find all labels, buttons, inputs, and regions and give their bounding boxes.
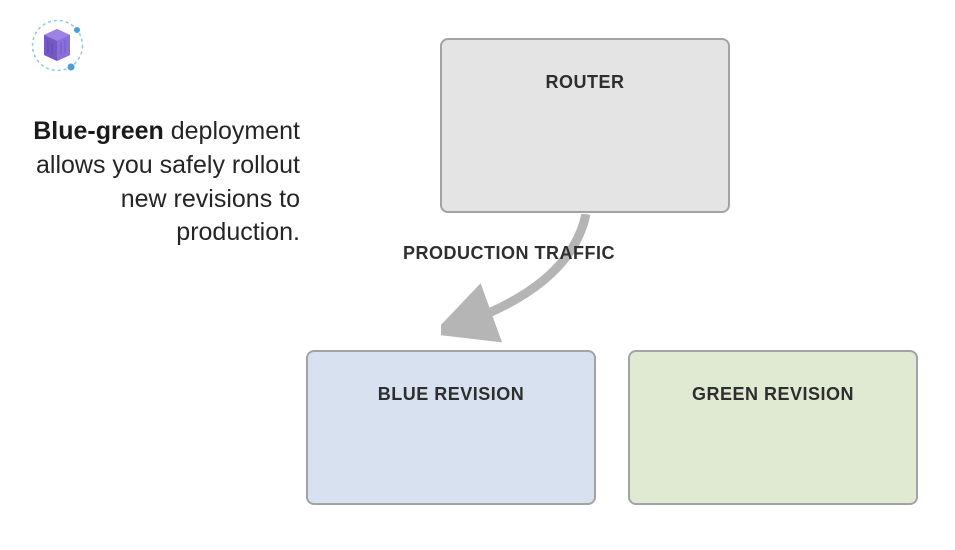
traffic-arrow [441,214,611,344]
green-revision-label: GREEN REVISION [692,384,854,405]
bold-term: Blue-green [33,117,164,145]
traffic-label: PRODUCTION TRAFFIC [403,243,615,264]
router-box: ROUTER [440,38,730,213]
green-revision-box: GREEN REVISION [628,350,918,505]
description-text: Blue-green deployment allows you safely … [0,115,300,250]
container-apps-icon [30,18,85,73]
blue-revision-label: BLUE REVISION [378,384,525,405]
router-label: ROUTER [546,72,625,93]
blue-revision-box: BLUE REVISION [306,350,596,505]
